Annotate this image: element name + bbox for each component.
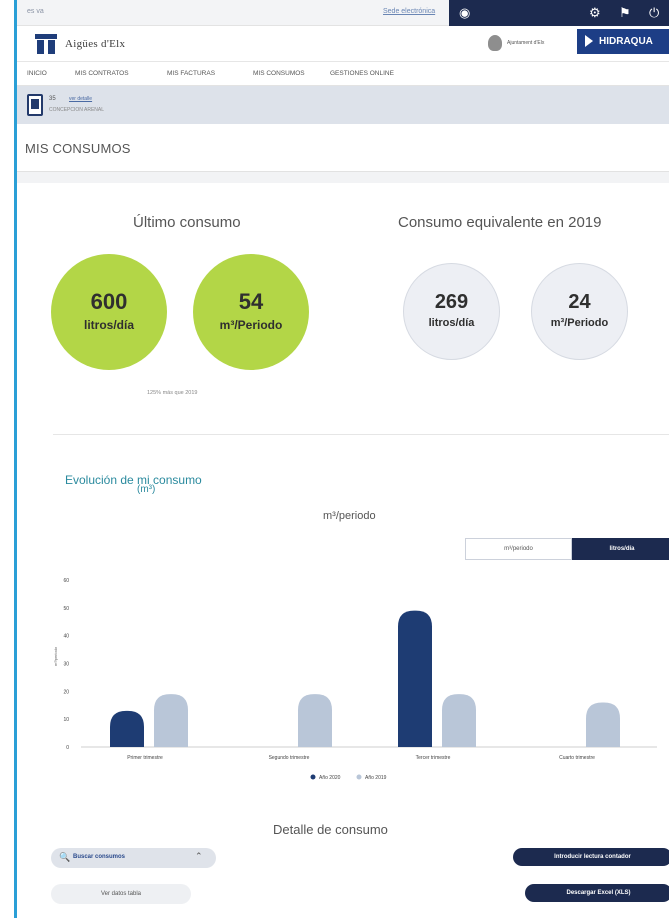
y-tick-label: 10 (63, 717, 69, 723)
bar-ano-2020 (110, 710, 144, 747)
ultimo-period-unit: m³/Periodo (219, 318, 283, 332)
x-tick-label: Segundo trimestre (269, 755, 310, 761)
power-icon[interactable]: ⏻ (649, 4, 659, 22)
y-tick-label: 40 (63, 634, 69, 640)
y-tick-label: 50 (63, 606, 69, 612)
ultimo-period-circle: 54 m³/Periodo (193, 254, 309, 370)
x-tick-label: Cuarto trimestre (559, 755, 595, 761)
ultimo-period-value: 54 (238, 289, 264, 314)
y-tick-label: 60 (63, 578, 69, 584)
brand-header: Aigües d'Elx Ajuntament d'Elx HIDRAQUA (17, 26, 669, 62)
section-gap (17, 172, 669, 183)
divider (53, 434, 669, 435)
equivalente-period-unit: m³/Periodo (550, 317, 609, 329)
bar-ano-2019 (298, 694, 332, 747)
ver-datos-tabla-button[interactable]: Ver datos tabla (51, 884, 191, 904)
legend-marker (310, 774, 316, 780)
x-tick-label: Tercer trimestre (416, 755, 451, 761)
x-tick-label: Primer trimestre (127, 755, 163, 761)
nav-item-inicio[interactable]: INICIO (27, 70, 47, 77)
evolution-section: Evolución de mi consumo (m³) m³/periodo … (17, 462, 669, 818)
legend-marker (356, 774, 362, 780)
equivalente-daily-circle: 269 litros/día (403, 263, 500, 360)
notification-icon[interactable]: ⚑ (619, 4, 631, 22)
brand-name: Aigües d'Elx (65, 38, 126, 50)
contract-document-icon (27, 94, 43, 116)
equivalente-heading: Consumo equivalente en 2019 (398, 214, 602, 231)
section-header: MIS CONSUMOS (17, 124, 669, 172)
equivalente-period-circle: 24 m³/Periodo (531, 263, 628, 360)
hidraqua-mark-icon (585, 35, 593, 47)
contract-number: 35 (49, 96, 56, 102)
comparison-note: 125% más que 2019 (147, 390, 198, 396)
search-icon: 🔍 (59, 852, 71, 862)
chevron-up-icon: ⌃ (195, 851, 203, 861)
nav-item-contratos[interactable]: MIS CONTRATOS (75, 70, 129, 77)
consumption-bar-chart: 0 10 20 30 40 50 60 Primer trimestre Segundo tri… (63, 578, 657, 781)
bar-ano-2019 (586, 702, 620, 747)
contract-address: CONCEPCION ARENAL (49, 107, 105, 113)
hidraqua-logo: HIDRAQUA (577, 29, 669, 54)
nav-item-consumos[interactable]: MIS CONSUMOS (253, 70, 305, 77)
y-tick-label: 0 (66, 745, 69, 751)
aigues-logo-icon[interactable] (35, 34, 57, 54)
search-consumos-button[interactable]: 🔍 Buscar consumos ⌃ (51, 848, 216, 868)
ajuntament-label: Ajuntament d'Elx (507, 40, 545, 46)
y-tick-label: 30 (63, 662, 69, 668)
legend-label: Año 2019 (365, 775, 387, 781)
equivalente-daily-value: 269 (434, 291, 469, 313)
bar-ano-2019 (154, 694, 188, 747)
top-bar: es va Sede electrónica ◉ ⚙ ⚑ ⏻ (17, 0, 669, 26)
page-title: MIS CONSUMOS (25, 141, 131, 156)
nav-item-facturas[interactable]: MIS FACTURAS (167, 70, 215, 77)
introducir-lectura-button[interactable]: Introducir lectura contador (513, 848, 669, 866)
sede-electronica-link[interactable]: Sede electrónica (383, 8, 435, 15)
legend-label: Año 2020 (319, 775, 341, 781)
ultimo-heading: Último consumo (133, 214, 241, 231)
consumption-summary: Último consumo Consumo equivalente en 20… (17, 183, 669, 437)
ultimo-daily-circle: 600 litros/día (51, 254, 167, 370)
y-tick-label: 20 (63, 689, 69, 695)
ajuntament-crest-icon (488, 35, 502, 51)
equivalente-period-value: 24 (568, 291, 591, 313)
user-toolbar: ◉ ⚙ ⚑ ⏻ (449, 0, 669, 26)
detalle-heading: Detalle de consumo (273, 822, 388, 837)
descargar-excel-button[interactable]: Descargar Excel (XLS) (525, 884, 669, 902)
user-circle-icon[interactable]: ◉ (459, 4, 470, 22)
gear-icon[interactable]: ⚙ (589, 4, 601, 22)
ultimo-daily-value: 600 (90, 289, 128, 314)
contract-detail-link[interactable]: ver detalle (69, 96, 92, 102)
main-nav: INICIO MIS CONTRATOS MIS FACTURAS MIS CO… (17, 62, 669, 86)
nav-item-gestiones[interactable]: GESTIONES ONLINE (330, 70, 394, 77)
hidraqua-label: HIDRAQUA (599, 36, 653, 47)
ultimo-daily-unit: litros/día (83, 318, 134, 332)
app-frame: es va Sede electrónica ◉ ⚙ ⚑ ⏻ Aigües d'… (14, 0, 669, 918)
equivalente-daily-unit: litros/día (428, 317, 475, 329)
contract-bar: 35 ver detalle CONCEPCION ARENAL (17, 86, 669, 124)
search-label: Buscar consumos (73, 854, 126, 860)
language-selector[interactable]: es va (27, 8, 44, 15)
bar-ano-2020 (398, 610, 432, 747)
bar-ano-2019 (442, 694, 476, 747)
